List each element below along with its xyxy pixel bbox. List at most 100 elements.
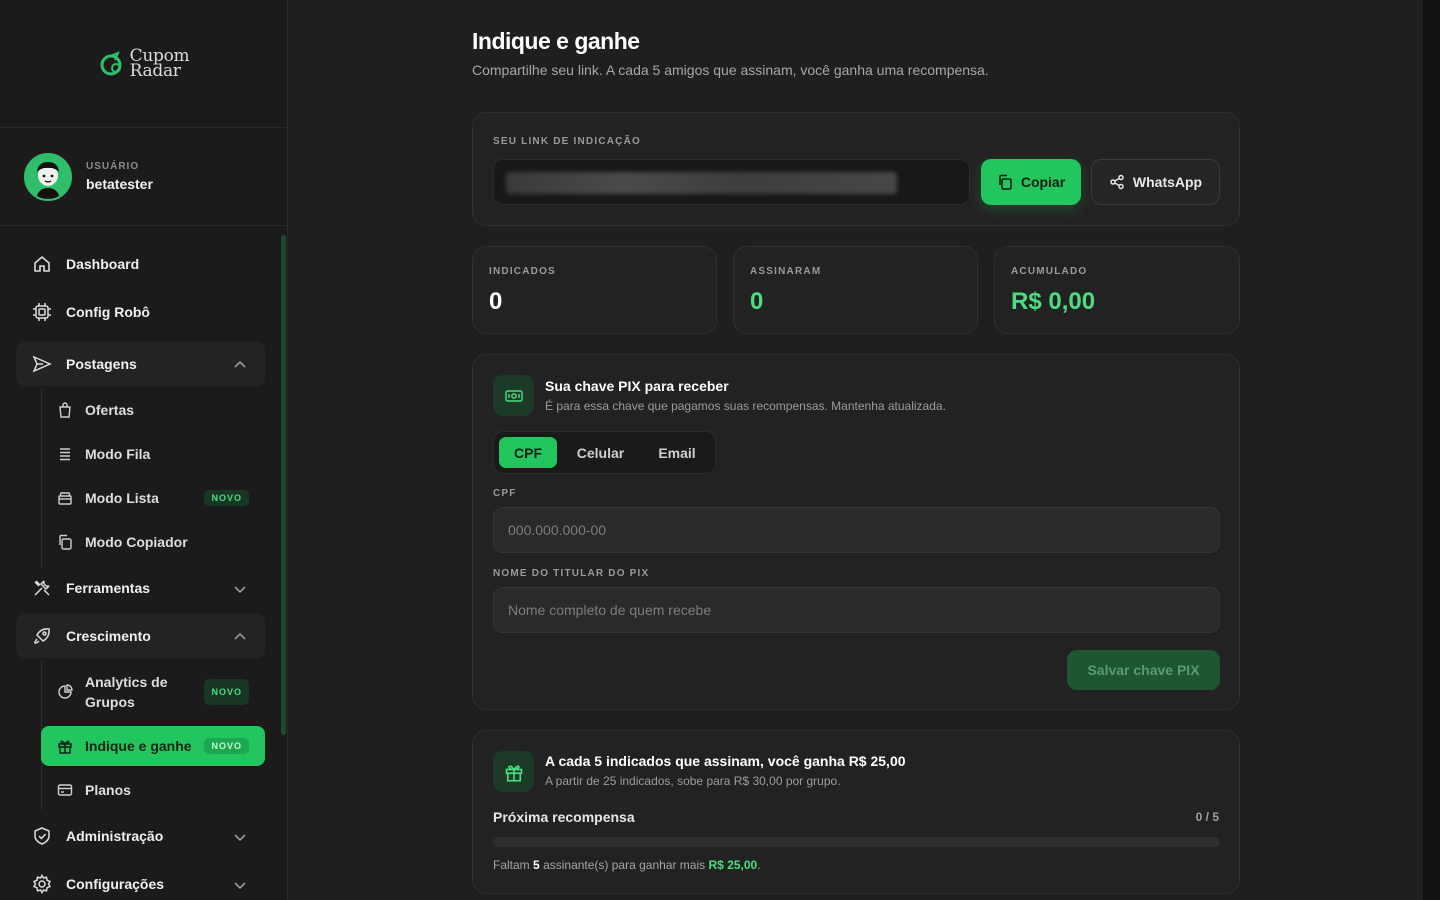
nav-item-crescimento[interactable]: Crescimento <box>16 614 265 658</box>
stat-card-indicados: INDICADOS 0 <box>472 246 717 334</box>
stat-card-acumulado: ACUMULADO R$ 0,00 <box>994 246 1240 334</box>
avatar-icon <box>26 154 70 199</box>
stat-value: R$ 0,00 <box>1011 288 1096 315</box>
credit-card-icon <box>57 784 73 796</box>
chip-icon <box>33 303 51 321</box>
nav-label: Administração <box>66 828 164 844</box>
sidebar-item-label: Planos <box>85 782 131 798</box>
reward-description: A partir de 25 indicados, sobe para R$ 3… <box>545 774 841 788</box>
nav-label: Configurações <box>66 876 165 892</box>
send-icon <box>32 355 52 373</box>
referral-link-label: SEU LINK DE INDICAÇÃO <box>493 136 641 147</box>
pie-chart-icon <box>58 684 73 699</box>
sidebar-scrollbar[interactable] <box>281 235 286 735</box>
new-badge: NOVO <box>204 679 249 705</box>
referral-link-field[interactable] <box>493 159 970 205</box>
chevron-up-icon <box>234 632 246 640</box>
sidebar-item-modo-lista[interactable]: Modo Lista NOVO <box>41 478 265 518</box>
new-badge: NOVO <box>204 738 249 754</box>
user-label: USUÁRIO <box>86 161 140 172</box>
pix-key-card: Sua chave PIX para receber É para essa c… <box>472 354 1240 710</box>
stat-label: INDICADOS <box>489 266 556 277</box>
brand-name: Cupom Radar <box>129 45 190 81</box>
next-reward-label: Próxima recompensa <box>493 809 635 825</box>
nav-item-dashboard[interactable]: Dashboard <box>16 242 265 286</box>
logo-icon <box>100 50 122 75</box>
sidebar-item-analytics-grupos[interactable]: Analytics de Grupos NOVO <box>41 670 265 714</box>
whatsapp-button-label: WhatsApp <box>1132 174 1203 190</box>
sidebar-item-label: Ofertas <box>85 402 135 418</box>
user-profile[interactable]: USUÁRIO betatester <box>0 128 287 226</box>
sidebar-item-label: Modo Lista <box>85 490 159 506</box>
sidebar-item-ofertas[interactable]: Ofertas <box>41 390 265 430</box>
rocket-icon <box>34 628 50 644</box>
copy-icon <box>59 534 72 550</box>
copy-button[interactable]: Copiar <box>981 159 1081 205</box>
nav-label: Config Robô <box>66 304 150 320</box>
sidebar-item-planos[interactable]: Planos <box>41 770 265 810</box>
chevron-down-icon <box>234 882 246 890</box>
pix-type-selector: CPF Celular Email <box>493 431 716 474</box>
nav-item-administracao[interactable]: Administração <box>16 814 265 858</box>
shield-check-icon <box>34 827 50 845</box>
pix-type-celular[interactable]: Celular <box>564 437 637 468</box>
pix-holder-label: NOME DO TITULAR DO PIX <box>493 568 650 579</box>
whatsapp-share-button[interactable]: WhatsApp <box>1091 159 1220 205</box>
stat-card-assinaram: ASSINARAM 0 <box>733 246 978 334</box>
sidebar-item-label: Indique e ganhe <box>85 738 192 754</box>
referral-link-redacted <box>506 172 897 194</box>
sidebar-item-label: Analytics de Grupos <box>85 674 168 710</box>
chevron-down-icon <box>234 834 246 842</box>
money-icon <box>504 389 523 402</box>
brand-logo[interactable]: Cupom Radar <box>0 0 287 128</box>
gear-icon <box>32 874 52 894</box>
reward-title: A cada 5 indicados que assinam, você gan… <box>545 753 906 769</box>
pix-title: Sua chave PIX para receber <box>545 378 729 394</box>
sidebar-item-indique-e-ganhe[interactable]: Indique e ganhe NOVO <box>41 726 265 766</box>
sidebar-item-modo-fila[interactable]: Modo Fila <box>41 434 265 474</box>
remaining-count: 5 <box>533 858 540 872</box>
nav-label: Dashboard <box>66 256 140 272</box>
pix-holder-input[interactable] <box>493 587 1220 633</box>
next-reward-count: 0 / 5 <box>1195 810 1219 824</box>
pix-type-cpf[interactable]: CPF <box>499 437 557 468</box>
chevron-up-icon <box>234 360 246 368</box>
reward-icon-box <box>493 751 534 792</box>
user-name: betatester <box>86 176 153 192</box>
nav-item-configuracoes[interactable]: Configurações <box>16 862 265 900</box>
chevron-down-icon <box>234 586 246 594</box>
nav-item-ferramentas[interactable]: Ferramentas <box>16 566 265 610</box>
app: Cupom Radar USUÁRIO betatester Dashboard… <box>0 0 1440 900</box>
stat-value: 0 <box>750 288 764 315</box>
share-icon <box>1110 174 1124 190</box>
reward-card: A cada 5 indicados que assinam, você gan… <box>472 730 1240 894</box>
sidebar-item-label: Modo Fila <box>85 446 151 462</box>
sidebar-item-label: Modo Copiador <box>85 534 188 550</box>
nav-label: Ferramentas <box>66 580 151 596</box>
nav-label: Postagens <box>66 356 137 372</box>
archive-icon <box>58 492 72 505</box>
pix-description: É para essa chave que pagamos suas recom… <box>545 399 946 413</box>
nav-item-config-robo[interactable]: Config Robô <box>16 290 265 334</box>
stat-value: 0 <box>489 288 503 315</box>
nav-item-postagens[interactable]: Postagens <box>16 342 265 386</box>
shopping-bag-icon <box>59 402 71 418</box>
home-icon <box>34 255 50 272</box>
page-title: Indique e ganhe <box>472 28 640 54</box>
avatar <box>24 152 72 201</box>
pix-key-input[interactable] <box>493 507 1220 553</box>
pix-type-email[interactable]: Email <box>644 437 710 468</box>
pix-key-label: CPF <box>493 488 517 499</box>
window-edge <box>1423 0 1440 900</box>
copy-icon <box>999 174 1012 190</box>
pix-icon-box <box>493 375 534 416</box>
page-subtitle: Compartilhe seu link. A cada 5 amigos qu… <box>472 62 989 78</box>
nav-label: Crescimento <box>66 628 151 644</box>
sidebar-item-modo-copiador[interactable]: Modo Copiador <box>41 522 265 562</box>
save-pix-button[interactable]: Salvar chave PIX <box>1067 650 1220 690</box>
reward-amount: R$ 25,00 <box>708 858 758 872</box>
gift-icon <box>505 764 522 782</box>
sidebar: Cupom Radar USUÁRIO betatester Dashboard… <box>0 0 288 900</box>
reward-progress-bar <box>493 837 1220 847</box>
stat-label: ASSINARAM <box>750 266 822 277</box>
